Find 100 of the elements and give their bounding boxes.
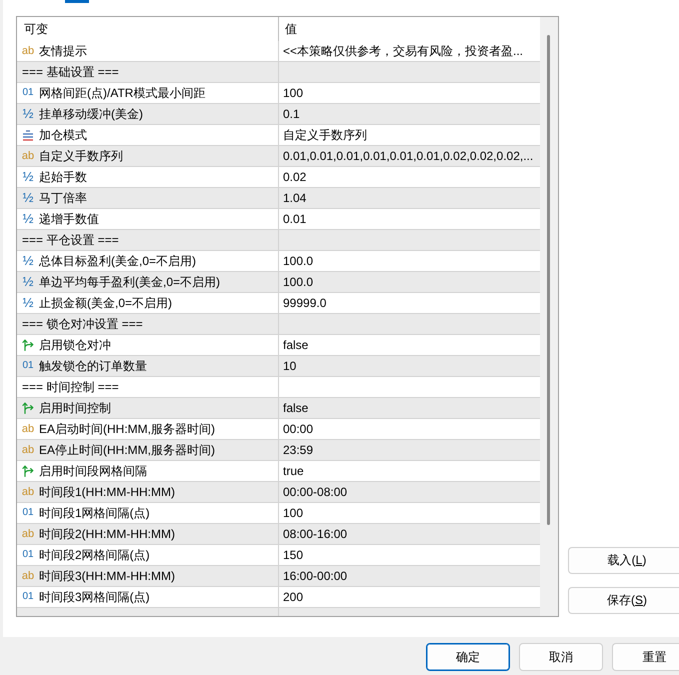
table-row[interactable]: ½ 起始手数 0.02: [17, 167, 540, 188]
parameter-value[interactable]: 00:00-08:00: [279, 482, 540, 502]
text-type-icon: ab: [22, 570, 34, 582]
scrollbar-track[interactable]: [540, 17, 558, 616]
list-icon: [22, 130, 34, 140]
table-row[interactable]: ½ 马丁倍率 1.04: [17, 188, 540, 209]
parameter-value[interactable]: 99999.0: [279, 293, 540, 313]
table-row[interactable]: === 基础设置 ===: [17, 62, 540, 83]
fraction-type-icon: ½: [22, 192, 34, 204]
branch-arrow-icon: [22, 339, 34, 351]
fraction-type-icon: ½: [22, 108, 34, 120]
parameter-value[interactable]: 100.0: [279, 251, 540, 271]
parameter-value[interactable]: false: [279, 398, 540, 418]
text-type-icon: ab: [22, 45, 34, 57]
text-type-icon: ab: [22, 423, 34, 435]
parameter-value[interactable]: true: [279, 461, 540, 481]
parameter-name: 时间段3(HH:MM-HH:MM): [39, 568, 175, 585]
table-row[interactable]: === 锁仓对冲设置 ===: [17, 314, 540, 335]
integer-type-icon: 01: [22, 87, 34, 99]
parameter-name: 启用时间控制: [39, 400, 111, 417]
section-heading: === 锁仓对冲设置 ===: [22, 316, 143, 333]
parameter-value[interactable]: 100: [279, 83, 540, 103]
table-row[interactable]: 加仓模式 自定义手数序列: [17, 125, 540, 146]
column-header[interactable]: 值: [279, 17, 540, 41]
parameter-value[interactable]: 0.01: [279, 209, 540, 229]
table-row[interactable]: ½ 总体目标盈利(美金,0=不启用) 100.0: [17, 251, 540, 272]
scrollbar-thumb[interactable]: [547, 35, 550, 525]
table-row[interactable]: ab EA启动时间(HH:MM,服务器时间) 00:00: [17, 419, 540, 440]
parameter-name: 挂单移动缓冲(美金): [39, 106, 143, 123]
branch-arrow-icon: [22, 465, 34, 477]
parameter-value[interactable]: 00:00: [279, 419, 540, 439]
parameter-value[interactable]: 100.0: [279, 272, 540, 292]
table-row[interactable]: ab 时间段3(HH:MM-HH:MM) 16:00-00:00: [17, 566, 540, 587]
parameter-name: 自定义手数序列: [39, 148, 123, 165]
parameter-value[interactable]: 08:00-16:00: [279, 524, 540, 544]
dialog-button[interactable]: 重置: [612, 643, 679, 671]
parameter-name: 时间段3网格间隔(点): [39, 589, 150, 606]
parameter-value[interactable]: 10: [279, 356, 540, 376]
table-row[interactable]: ½ 递增手数值 0.01: [17, 209, 540, 230]
table-row[interactable]: ½ 单边平均每手盈利(美金,0=不启用) 100.0: [17, 272, 540, 293]
parameter-name: 单边平均每手盈利(美金,0=不启用): [39, 274, 220, 291]
parameter-value[interactable]: 自定义手数序列: [279, 125, 540, 145]
parameter-value[interactable]: false: [279, 335, 540, 355]
integer-type-icon: 01: [22, 591, 34, 603]
fraction-type-icon: ½: [22, 276, 34, 288]
parameter-value[interactable]: 0.1: [279, 104, 540, 124]
parameter-name: 启用锁仓对冲: [39, 337, 111, 354]
table-row[interactable]: 01 时间段2网格间隔(点) 150: [17, 545, 540, 566]
table-row[interactable]: 启用时间段网格间隔 true: [17, 461, 540, 482]
section-heading: === 平仓设置 ===: [22, 232, 119, 249]
dialog-button[interactable]: 确定: [426, 643, 510, 671]
integer-type-icon: 01: [22, 360, 34, 372]
table-row[interactable]: === 平仓设置 ===: [17, 230, 540, 251]
fraction-type-icon: ½: [22, 171, 34, 183]
table-row[interactable]: ½ 挂单移动缓冲(美金) 0.1: [17, 104, 540, 125]
table-row[interactable]: 启用锁仓对冲 false: [17, 335, 540, 356]
parameter-value[interactable]: 0.01,0.01,0.01,0.01,0.01,0.01,0.02,0.02,0.02,...: [279, 146, 540, 166]
table-row[interactable]: ab 时间段2(HH:MM-HH:MM) 08:00-16:00: [17, 524, 540, 545]
parameter-name: EA停止时间(HH:MM,服务器时间): [39, 442, 215, 459]
table-row[interactable]: === 时间控制 ===: [17, 377, 540, 398]
selected-tab-indicator[interactable]: [65, 0, 89, 3]
parameter-name: 马丁倍率: [39, 190, 87, 207]
parameter-name: 加仓模式: [39, 127, 87, 144]
parameter-value[interactable]: 23:59: [279, 440, 540, 460]
fraction-type-icon: ½: [22, 297, 34, 309]
parameter-value[interactable]: 100: [279, 503, 540, 523]
save-button[interactable]: 保存(S): [568, 587, 679, 614]
text-type-icon: ab: [22, 486, 34, 498]
text-type-icon: ab: [22, 150, 34, 162]
table-row[interactable]: 01 时间段3网格间隔(点) 200: [17, 587, 540, 608]
section-heading: === 基础设置 ===: [22, 64, 119, 81]
parameter-value[interactable]: 150: [279, 545, 540, 565]
parameter-name: 友情提示: [39, 43, 87, 60]
parameter-name: 启用时间段网格间隔: [39, 463, 147, 480]
parameter-name: 总体目标盈利(美金,0=不启用): [39, 253, 196, 270]
table-row[interactable]: ab EA停止时间(HH:MM,服务器时间) 23:59: [17, 440, 540, 461]
load-button[interactable]: 载入(L): [568, 547, 679, 574]
table-row[interactable]: 启用时间控制 false: [17, 398, 540, 419]
table-row[interactable]: 01 网格间距(点)/ATR模式最小间距 100: [17, 83, 540, 104]
table-row[interactable]: 01 时间段1网格间隔(点) 100: [17, 503, 540, 524]
parameter-name: 网格间距(点)/ATR模式最小间距: [39, 85, 206, 102]
table-row[interactable]: 01 触发锁仓的订单数量 10: [17, 356, 540, 377]
parameter-name: 时间段1(HH:MM-HH:MM): [39, 484, 175, 501]
text-type-icon: ab: [22, 444, 34, 456]
table-row[interactable]: ½ 止损金额(美金,0=不启用) 99999.0: [17, 293, 540, 314]
table-row[interactable]: ab 友情提示 <<本策略仅供参考，交易有风险，投资者盈...: [17, 41, 540, 62]
dialog-button[interactable]: 取消: [519, 643, 603, 671]
parameter-value[interactable]: 16:00-00:00: [279, 566, 540, 586]
branch-arrow-icon: [22, 402, 34, 414]
parameter-name: 触发锁仓的订单数量: [39, 358, 147, 375]
parameter-value[interactable]: 200: [279, 587, 540, 607]
table-row[interactable]: ab 时间段1(HH:MM-HH:MM) 00:00-08:00: [17, 482, 540, 503]
section-heading: === 时间控制 ===: [22, 379, 119, 396]
parameter-name: 递增手数值: [39, 211, 99, 228]
parameter-name: 止损金额(美金,0=不启用): [39, 295, 172, 312]
parameter-value[interactable]: 1.04: [279, 188, 540, 208]
parameter-value[interactable]: 0.02: [279, 167, 540, 187]
table-row[interactable]: ab 自定义手数序列 0.01,0.01,0.01,0.01,0.01,0.01,0.02,0.02,0.02,...: [17, 146, 540, 167]
parameter-name: EA启动时间(HH:MM,服务器时间): [39, 421, 215, 438]
parameter-value[interactable]: <<本策略仅供参考，交易有风险，投资者盈...: [279, 41, 540, 61]
